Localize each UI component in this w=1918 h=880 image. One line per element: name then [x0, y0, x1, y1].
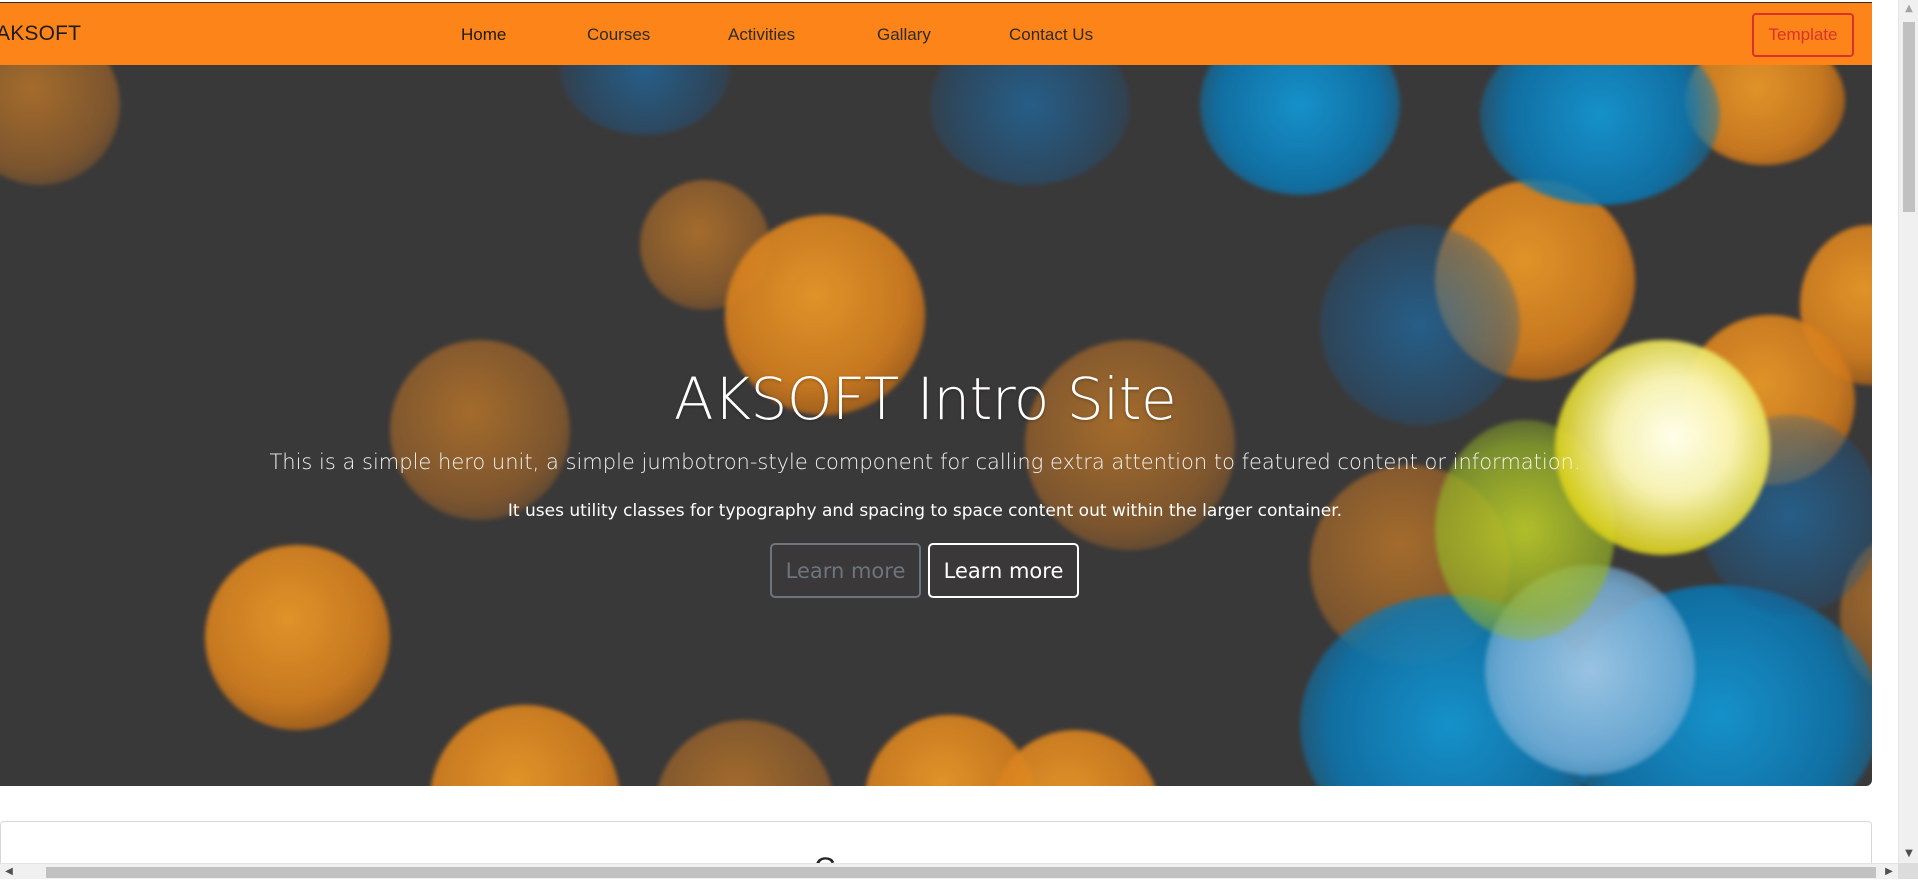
arrow-up-icon[interactable]: ▲	[1899, 2, 1918, 16]
nav-links: Home Courses Activities Gallary Contact …	[0, 3, 1872, 66]
arrow-down-icon[interactable]: ▼	[1899, 847, 1918, 861]
learn-more-secondary-button[interactable]: Learn more	[770, 543, 921, 598]
hero-lead-text: This is a simple hero unit, a simple jum…	[269, 450, 1581, 474]
nav-link-gallary[interactable]: Gallary	[877, 25, 931, 45]
hero-jumbotron: AKSOFT Intro Site This is a simple hero …	[0, 65, 1872, 786]
horizontal-scrollbar[interactable]: ◀ ▶	[0, 863, 1898, 879]
page-viewport: AKSOFT Home Courses Activities Gallary C…	[0, 0, 1898, 863]
arrow-right-icon[interactable]: ▶	[1882, 864, 1896, 880]
next-section-card: C	[0, 821, 1872, 863]
vertical-scrollbar[interactable]: ▲ ▼	[1898, 0, 1918, 863]
vertical-scrollbar-thumb[interactable]	[1903, 22, 1915, 212]
nav-link-activities[interactable]: Activities	[728, 25, 795, 45]
nav-link-courses[interactable]: Courses	[587, 25, 650, 45]
nav-link-home[interactable]: Home	[461, 25, 506, 45]
hero-title: AKSOFT Intro Site	[673, 365, 1177, 433]
scrollbar-corner	[1898, 863, 1918, 879]
hero-subtext: It uses utility classes for typography a…	[507, 501, 1343, 521]
hero-content: AKSOFT Intro Site This is a simple hero …	[0, 65, 1872, 786]
arrow-left-icon[interactable]: ◀	[2, 864, 16, 880]
nav-link-contact-us[interactable]: Contact Us	[1009, 25, 1093, 45]
top-navbar: AKSOFT Home Courses Activities Gallary C…	[0, 2, 1872, 65]
template-button[interactable]: Template	[1752, 13, 1854, 57]
horizontal-scrollbar-thumb[interactable]	[46, 867, 1876, 878]
learn-more-primary-button[interactable]: Learn more	[928, 543, 1079, 598]
next-section-heading: C	[814, 852, 836, 863]
